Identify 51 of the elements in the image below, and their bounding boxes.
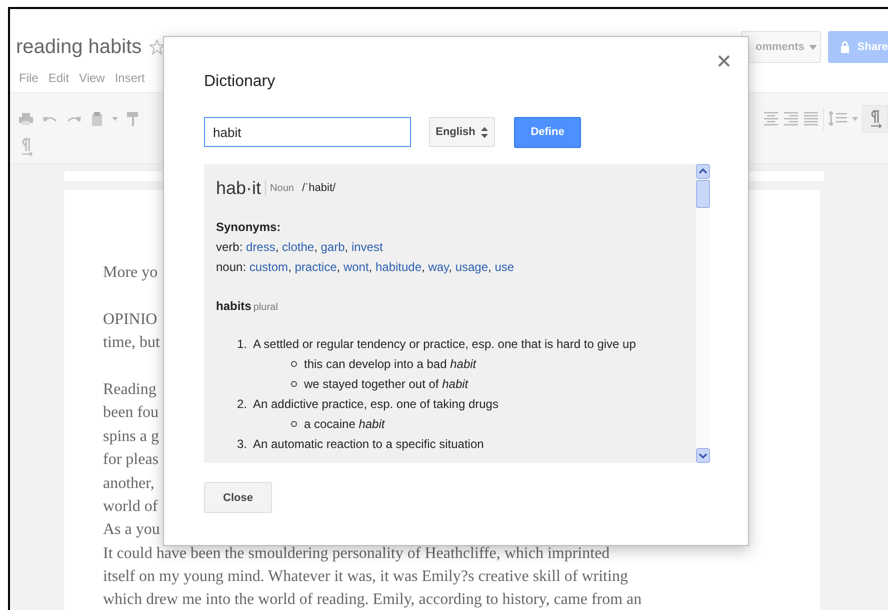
document-title[interactable]: reading habits	[16, 36, 142, 58]
inflected-form: habits	[216, 299, 252, 313]
document-text-line: OPINIO	[103, 310, 158, 328]
document-text-line: another,	[103, 474, 154, 492]
define-button[interactable]: Define	[514, 116, 581, 148]
synonym-link[interactable]: way	[428, 260, 449, 274]
document-text-line: world of	[103, 498, 158, 515]
example-text: we stayed together out of habit	[304, 376, 468, 393]
definition-text: An automatic reaction to a specific situation	[253, 436, 484, 453]
synonym-line: noun: custom, practice, wont, habitude, way, usage, use	[216, 259, 516, 276]
part-of-speech: Noun	[270, 182, 294, 194]
sense-number: 1.	[236, 336, 247, 353]
synonym-link[interactable]: wont	[343, 260, 369, 274]
synonym-link[interactable]: use	[494, 260, 514, 274]
definition-text: A settled or regular tendency or practice, esp. one that is hard to give up	[253, 336, 636, 353]
sense-number: 3.	[236, 436, 247, 453]
menu-item[interactable]: Edit	[48, 71, 70, 85]
document-text-line: Reading	[103, 380, 156, 398]
synonym-link[interactable]: usage	[455, 260, 488, 274]
search-field[interactable]: habit	[204, 117, 411, 147]
document-text-line: which drew me into the world of reading. Emily, according to history, came from an	[103, 591, 642, 608]
example-text: this can develop into a bad habit	[304, 356, 476, 373]
synonym-line: verb: dress, clothe, garb, invest	[216, 239, 384, 256]
document-text-line: It could have been the smouldering personality of Heathcliffe, which imprinted	[103, 544, 610, 562]
dialog-title: Dictionary	[204, 73, 276, 91]
menu-item[interactable]: View	[79, 71, 105, 85]
document-text-line: been fou	[103, 404, 159, 422]
synonym-link[interactable]: custom	[249, 260, 288, 274]
synonym-link[interactable]: practice	[294, 260, 337, 274]
inflection-label: plural	[253, 302, 278, 313]
sense-number: 2.	[236, 396, 247, 413]
document-text-line: As a you	[103, 521, 160, 538]
definition-text: An addictive practice, esp. one of taking drugs	[253, 396, 498, 413]
pronunciation: /ˈhabit/	[302, 182, 336, 194]
close-button[interactable]: Close	[204, 482, 272, 513]
document-text-line: time, but	[103, 334, 160, 352]
example-text: a cocaine habit	[304, 416, 385, 433]
synonym-link[interactable]: invest	[351, 240, 383, 254]
synonym-link[interactable]: dress	[246, 240, 276, 254]
headword: hab·it	[216, 178, 262, 198]
language-select[interactable]: English	[429, 117, 495, 147]
document-text-line: itself on my young mind. Whatever it was, it was Emily?s creative skill of writing	[103, 568, 628, 586]
synonym-link[interactable]: clothe	[282, 240, 314, 254]
synonym-link[interactable]: habitude	[375, 260, 422, 274]
document-text-line: More yo	[103, 264, 158, 282]
menu-item[interactable]: File	[19, 71, 38, 85]
document-text-line: spins a g	[103, 428, 159, 445]
synonym-link[interactable]: garb	[320, 240, 345, 254]
synonyms-heading: Synonyms:	[216, 219, 282, 236]
document-text-line: for pleas	[103, 451, 159, 468]
menu-item[interactable]: Insert	[114, 71, 145, 85]
